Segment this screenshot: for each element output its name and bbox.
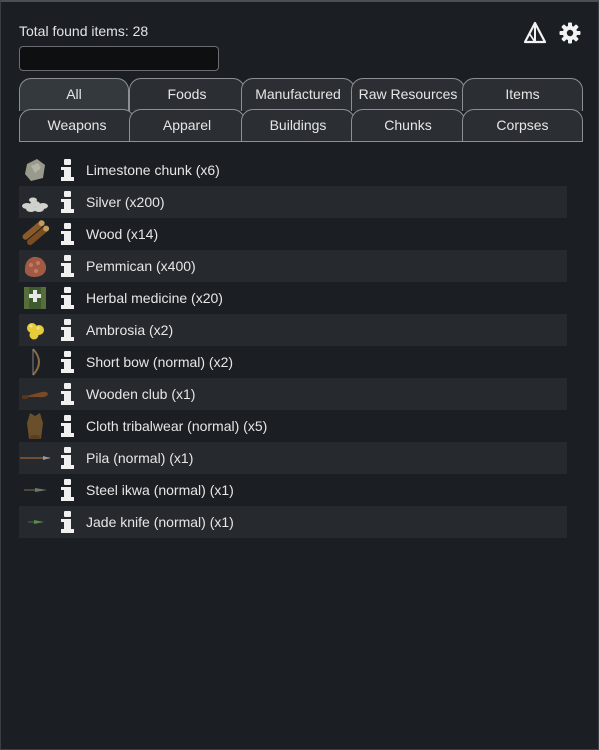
ambrosia-icon xyxy=(19,314,51,346)
tab-apparel[interactable]: Apparel xyxy=(129,109,245,142)
tab-chunks[interactable]: Chunks xyxy=(351,109,465,142)
info-icon[interactable] xyxy=(60,191,74,213)
list-item[interactable]: Pemmican (x400) xyxy=(19,250,567,282)
info-icon[interactable] xyxy=(60,255,74,277)
item-label: Wooden club (x1) xyxy=(86,386,196,402)
info-icon[interactable] xyxy=(60,287,74,309)
pila-icon xyxy=(19,442,51,474)
item-label: Ambrosia (x2) xyxy=(86,322,174,338)
item-label: Herbal medicine (x20) xyxy=(86,290,223,306)
tabs-divider xyxy=(19,141,583,142)
info-icon[interactable] xyxy=(60,511,74,533)
item-label: Short bow (normal) (x2) xyxy=(86,354,234,370)
item-label: Steel ikwa (normal) (x1) xyxy=(86,482,234,498)
item-label: Pemmican (x400) xyxy=(86,258,196,274)
item-label: Jade knife (normal) (x1) xyxy=(86,514,234,530)
tab-weapons[interactable]: Weapons xyxy=(19,109,135,142)
wood-icon xyxy=(19,218,51,250)
wooden-club-icon xyxy=(19,378,51,410)
total-found-label: Total found items: 28 xyxy=(19,23,149,39)
item-search-window: Total found items: 28 All Foods Manufact… xyxy=(0,0,599,750)
tab-all[interactable]: All xyxy=(19,78,129,111)
search-input[interactable] xyxy=(19,46,219,71)
limestone-chunk-icon xyxy=(19,154,51,186)
item-label: Limestone chunk (x6) xyxy=(86,162,220,178)
list-item[interactable]: Ambrosia (x2) xyxy=(19,314,567,346)
triangle-marker-icon[interactable] xyxy=(523,21,547,45)
gear-icon[interactable] xyxy=(558,21,582,45)
info-icon[interactable] xyxy=(60,159,74,181)
list-item[interactable]: Pila (normal) (x1) xyxy=(19,442,567,474)
tab-raw-resources[interactable]: Raw Resources xyxy=(351,78,465,111)
pemmican-icon xyxy=(19,250,51,282)
info-icon[interactable] xyxy=(60,223,74,245)
info-icon[interactable] xyxy=(60,383,74,405)
list-item[interactable]: Cloth tribalwear (normal) (x5) xyxy=(19,410,567,442)
tab-items[interactable]: Items xyxy=(462,78,583,111)
jade-knife-icon xyxy=(19,506,51,538)
list-item[interactable]: Limestone chunk (x6) xyxy=(19,154,567,186)
item-label: Cloth tribalwear (normal) (x5) xyxy=(86,418,268,434)
info-icon[interactable] xyxy=(60,351,74,373)
short-bow-icon xyxy=(19,346,51,378)
list-item[interactable]: Wooden club (x1) xyxy=(19,378,567,410)
silver-icon xyxy=(19,186,51,218)
ikwa-icon xyxy=(19,474,51,506)
tribalwear-icon xyxy=(19,410,51,442)
item-label: Wood (x14) xyxy=(86,226,159,242)
list-item[interactable]: Short bow (normal) (x2) xyxy=(19,346,567,378)
info-icon[interactable] xyxy=(60,447,74,469)
list-item[interactable]: Herbal medicine (x20) xyxy=(19,282,567,314)
tab-corpses[interactable]: Corpses xyxy=(462,109,583,142)
tab-manufactured[interactable]: Manufactured xyxy=(241,78,355,111)
list-item[interactable]: Wood (x14) xyxy=(19,218,567,250)
list-item[interactable]: Steel ikwa (normal) (x1) xyxy=(19,474,567,506)
tab-foods[interactable]: Foods xyxy=(129,78,245,111)
info-icon[interactable] xyxy=(60,415,74,437)
tab-buildings[interactable]: Buildings xyxy=(241,109,355,142)
item-label: Pila (normal) (x1) xyxy=(86,450,194,466)
info-icon[interactable] xyxy=(60,479,74,501)
herbal-medicine-icon xyxy=(19,282,51,314)
list-item[interactable]: Silver (x200) xyxy=(19,186,567,218)
item-list: Limestone chunk (x6) Silver (x200) Wood … xyxy=(19,154,567,538)
info-icon[interactable] xyxy=(60,319,74,341)
item-label: Silver (x200) xyxy=(86,194,165,210)
list-item[interactable]: Jade knife (normal) (x1) xyxy=(19,506,567,538)
